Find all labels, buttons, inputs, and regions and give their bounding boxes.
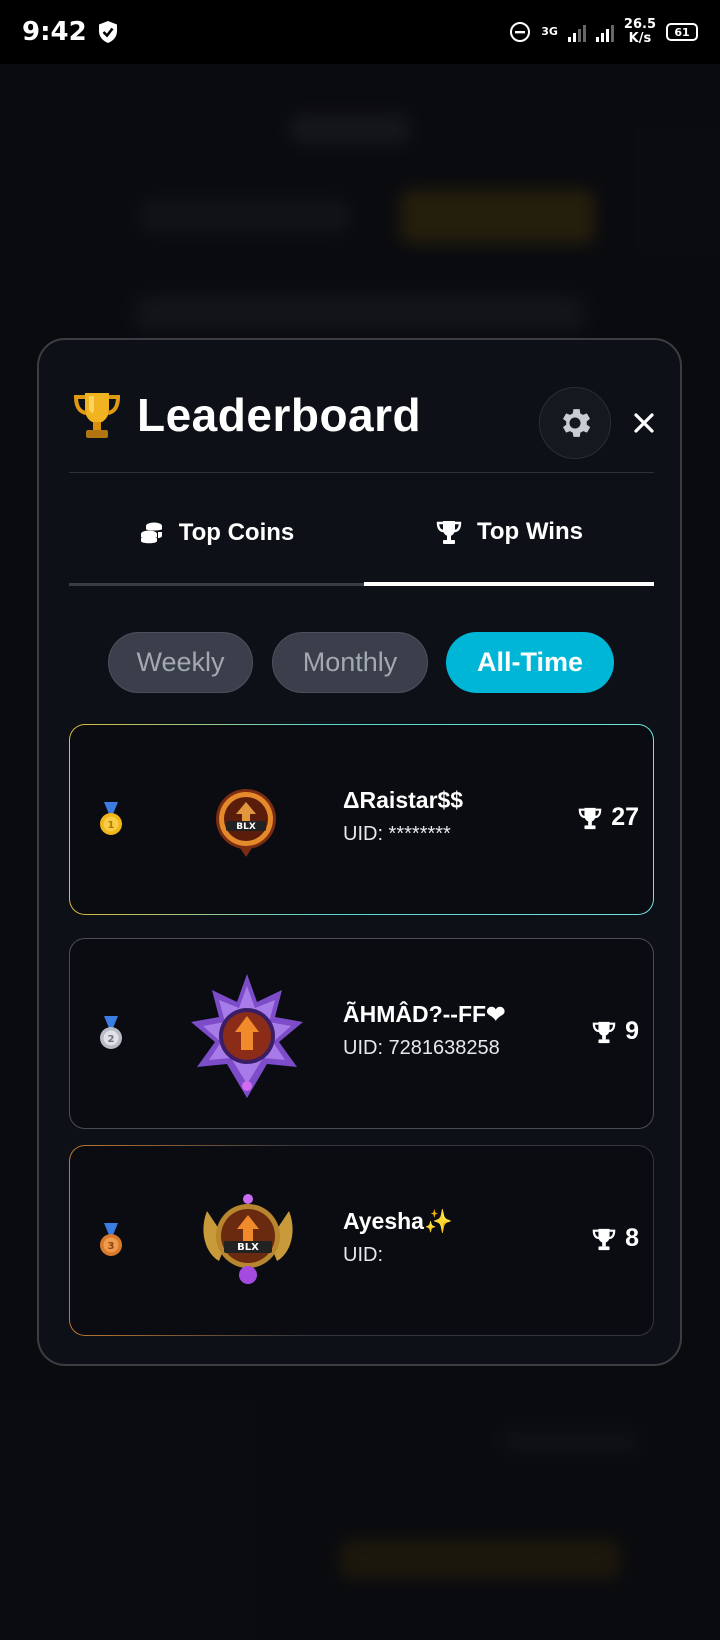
speed-unit: K/s: [628, 31, 652, 46]
period-all-time-button[interactable]: All-Time: [446, 632, 614, 693]
gold-medal-icon: 1: [100, 802, 122, 835]
leaderboard-tabs: Top Coins Top Wins: [69, 482, 654, 592]
player-uid: UID:: [343, 1244, 383, 1266]
player-avatar-badge: [191, 974, 303, 1098]
trophy-icon: [592, 1228, 616, 1250]
player-avatar-badge: BLX: [216, 789, 276, 857]
close-button[interactable]: [619, 398, 669, 448]
player-name: Ayesha✨: [343, 1208, 453, 1234]
player-name: ΔRaistar$$: [343, 787, 464, 813]
status-bar: 9:42 3G 26.5 K/s 61: [0, 0, 720, 64]
svg-text:3: 3: [108, 1241, 115, 1252]
wins-score: 9: [591, 1017, 639, 1046]
network-type: 3G: [541, 25, 558, 38]
period-monthly-button[interactable]: Monthly: [272, 632, 428, 693]
period-filter: Weekly Monthly All-Time: [39, 632, 684, 694]
player-avatar-badge: BLX: [203, 1194, 293, 1284]
network-speed: 26.5 K/s: [624, 18, 656, 46]
wins-count: 8: [625, 1224, 639, 1252]
leaderboard-modal: Leaderboard Top Coins Top Wins Weekly Mo…: [37, 338, 682, 1366]
wins-count: 9: [625, 1017, 639, 1045]
speed-value: 26.5: [623, 17, 656, 32]
header-divider: [69, 472, 654, 473]
do-not-disturb-icon: [510, 22, 531, 42]
wins-score: 27: [577, 803, 639, 832]
shield-check-icon: [98, 21, 117, 43]
trophy-icon: [578, 807, 602, 829]
tab-top-wins-label: Top Wins: [477, 518, 583, 545]
svg-text:BLX: BLX: [237, 1242, 259, 1253]
svg-text:BLX: BLX: [236, 822, 256, 832]
player-uid: UID: 7281638258: [343, 1037, 500, 1059]
settings-button[interactable]: [539, 387, 611, 459]
svg-text:1: 1: [108, 820, 115, 831]
trophy-emoji-icon: [73, 393, 121, 438]
gear-icon: [562, 409, 591, 437]
modal-title: Leaderboard: [137, 389, 422, 441]
bronze-medal-icon: 3: [100, 1223, 122, 1256]
tab-top-coins[interactable]: Top Coins: [69, 482, 364, 586]
svg-text:2: 2: [108, 1034, 115, 1045]
modal-header: Leaderboard: [69, 370, 654, 470]
silver-medal-icon: 2: [100, 1016, 122, 1049]
trophy-icon: [436, 521, 462, 544]
tab-top-coins-label: Top Coins: [178, 518, 295, 546]
coins-icon: [140, 522, 162, 543]
close-icon: [634, 413, 654, 433]
leaderboard-row[interactable]: 1 BLX ΔRaistar$$ UID: ******** 27: [69, 724, 654, 915]
wins-count: 27: [611, 803, 639, 831]
wins-score: 8: [591, 1224, 639, 1253]
signal-icon: [567, 22, 586, 42]
battery-level: 61: [674, 25, 690, 39]
status-time: 9:42: [22, 17, 87, 47]
battery-icon: 61: [666, 23, 698, 41]
player-uid: UID: ********: [343, 823, 451, 845]
leaderboard-row[interactable]: 3 BLX Ayesha✨ UID: 8: [69, 1145, 654, 1336]
player-name: ÃHMÂD?--FF❤: [343, 1001, 506, 1027]
leaderboard-row[interactable]: 2 ÃHMÂD?--FF❤ UID: 7281638258 9: [69, 938, 654, 1129]
signal-icon-2: [595, 22, 614, 42]
trophy-icon: [592, 1021, 616, 1043]
period-weekly-button[interactable]: Weekly: [108, 632, 253, 693]
title-wrap: Leaderboard: [69, 370, 421, 460]
tab-top-wins[interactable]: Top Wins: [364, 482, 654, 586]
